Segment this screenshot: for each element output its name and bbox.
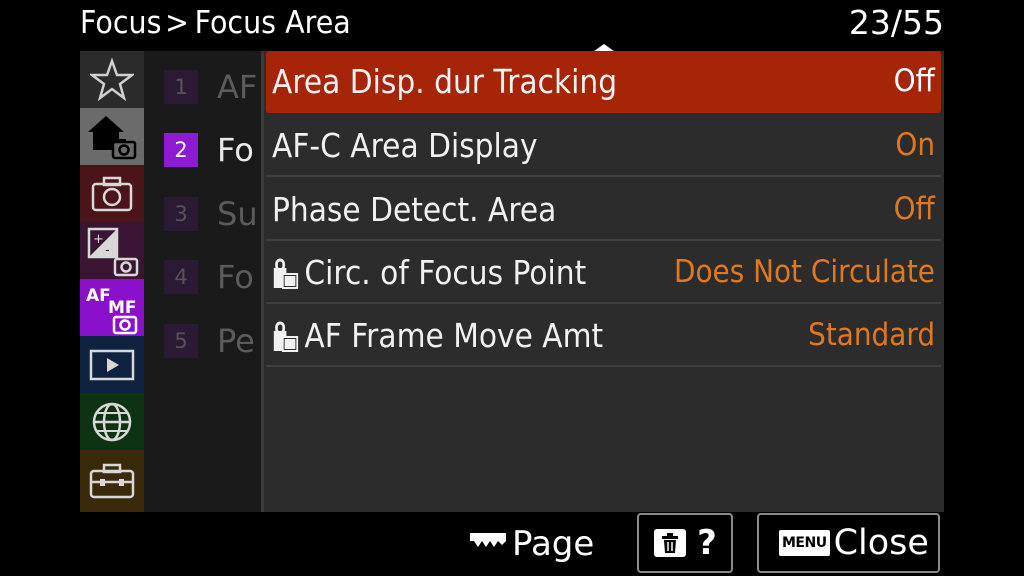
exposure-camera-icon: + - xyxy=(87,227,139,276)
settings-panel: Area Disp. dur Tracking Off AF-C Area Di… xyxy=(264,51,944,512)
header-bar: Focus > Focus Area 23/55 xyxy=(0,0,1024,48)
subsection-item-4[interactable]: 4 Fo xyxy=(164,257,254,297)
sidebar-item-shooting[interactable] xyxy=(80,165,144,222)
subsection-label: Su xyxy=(217,195,258,233)
af-mf-camera-icon: AF MF xyxy=(86,286,138,334)
breadcrumb-separator: > xyxy=(165,5,190,41)
setting-label: AF Frame Move Amt xyxy=(304,316,604,355)
breadcrumb-current: Focus Area xyxy=(194,5,351,41)
trash-icon xyxy=(654,529,687,557)
sidebar-item-playback[interactable] xyxy=(80,336,144,393)
subsection-number: 5 xyxy=(164,324,198,358)
setting-row-area-disp-dur-tracking[interactable]: Area Disp. dur Tracking Off xyxy=(266,51,941,113)
home-camera-icon xyxy=(88,115,137,159)
subsection-label: Fo xyxy=(217,258,254,296)
setting-value: Does Not Circulate xyxy=(674,254,935,290)
setting-label: Phase Detect. Area xyxy=(272,190,557,229)
af-mf-label-bottom: MF xyxy=(108,298,137,318)
globe-icon xyxy=(92,402,132,441)
camera-lock-icon xyxy=(273,321,299,352)
subsection-number: 1 xyxy=(164,70,198,104)
sidebar-item-main[interactable] xyxy=(80,108,144,165)
subsection-label: Fo xyxy=(217,131,254,169)
subsection-item-1[interactable]: 1 AF xyxy=(164,67,257,107)
subsection-item-5[interactable]: 5 Pe xyxy=(164,321,255,361)
category-sidebar: + - AF MF xyxy=(80,51,144,512)
page-counter: 23/55 xyxy=(848,3,944,42)
setting-row-af-frame-move-amt[interactable]: AF Frame Move Amt Standard xyxy=(266,305,941,367)
subsection-number: 2 xyxy=(164,133,198,167)
subsection-list: 1 AF 2 Fo 3 Su 4 Fo 5 Pe xyxy=(144,51,261,512)
delete-help-button[interactable]: ? xyxy=(637,513,733,573)
camera-lock-icon xyxy=(273,258,299,289)
setting-value: Off xyxy=(893,63,935,99)
svg-text:-: - xyxy=(105,243,110,258)
setting-value: Off xyxy=(893,191,935,227)
sidebar-item-network[interactable] xyxy=(80,393,144,450)
page-hint[interactable]: Page xyxy=(468,518,594,570)
close-button[interactable]: MENU Close xyxy=(757,513,940,573)
playback-icon xyxy=(89,349,135,380)
help-label: ? xyxy=(697,523,717,563)
setting-row-phase-detect-area[interactable]: Phase Detect. Area Off xyxy=(266,179,941,241)
subsection-item-2[interactable]: 2 Fo xyxy=(164,130,254,170)
subsection-number: 3 xyxy=(164,197,198,231)
star-icon xyxy=(90,57,134,101)
setting-row-circ-of-focus-point[interactable]: Circ. of Focus Point Does Not Circulate xyxy=(266,242,941,304)
setting-value: Standard xyxy=(808,317,935,353)
sidebar-item-setup[interactable] xyxy=(80,450,144,512)
setting-label: Circ. of Focus Point xyxy=(304,253,587,292)
control-wheel-icon xyxy=(470,533,506,547)
toolbox-icon xyxy=(89,463,135,499)
menu-button-icon: MENU xyxy=(779,530,830,556)
setting-label-wrap: AF Frame Move Amt xyxy=(272,305,603,367)
subsection-item-3[interactable]: 3 Su xyxy=(164,194,258,234)
sidebar-item-my-menu[interactable] xyxy=(80,51,144,108)
camera-icon xyxy=(91,176,133,211)
svg-text:+: + xyxy=(93,232,104,247)
sidebar-item-focus[interactable]: AF MF xyxy=(80,279,144,336)
setting-row-af-c-area-display[interactable]: AF-C Area Display On xyxy=(266,115,941,177)
sidebar-item-exposure-color[interactable]: + - xyxy=(80,222,144,279)
close-label: Close xyxy=(833,523,929,563)
breadcrumb: Focus > Focus Area xyxy=(80,0,351,48)
page-label: Page xyxy=(512,524,595,564)
setting-label: Area Disp. dur Tracking xyxy=(272,62,618,101)
subsection-number: 4 xyxy=(164,260,198,294)
setting-label: AF-C Area Display xyxy=(272,126,538,165)
subsection-label: AF xyxy=(217,68,258,106)
setting-label-wrap: Circ. of Focus Point xyxy=(272,242,586,304)
breadcrumb-parent: Focus xyxy=(80,5,162,41)
subsection-label: Pe xyxy=(217,322,255,360)
setting-value: On xyxy=(895,127,935,163)
